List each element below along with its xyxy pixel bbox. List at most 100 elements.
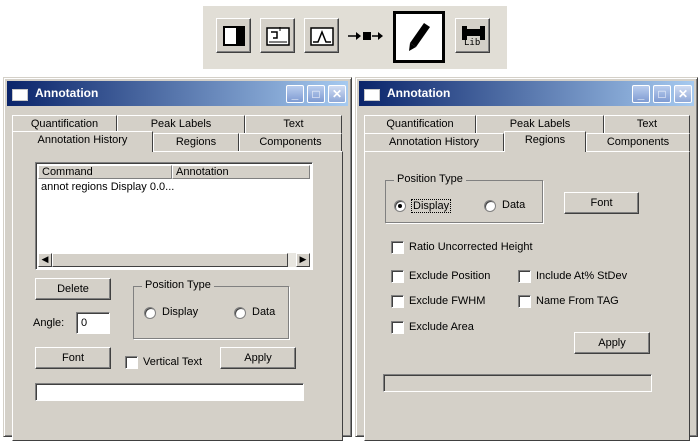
- data-radio[interactable]: [484, 200, 496, 212]
- display-layout-button[interactable]: [260, 18, 295, 53]
- data-label: Data: [502, 199, 526, 211]
- name-from-tag-label: Name From TAG: [536, 295, 619, 307]
- display-layout-icon: [266, 27, 290, 46]
- regions-panel: Position Type Display Data Font Ratio Un…: [364, 151, 690, 441]
- tab-label: Components: [259, 136, 322, 148]
- angle-input[interactable]: 0: [76, 312, 110, 334]
- display-radio[interactable]: [394, 200, 406, 212]
- font-button[interactable]: Font: [35, 347, 111, 369]
- window-icon: [12, 89, 28, 101]
- name-from-tag-checkbox[interactable]: [518, 295, 531, 308]
- annotation-toolbar: Lib: [203, 6, 507, 69]
- status-field: [35, 383, 304, 401]
- tab-label: Quantification: [30, 118, 99, 130]
- library-button[interactable]: Lib: [455, 18, 490, 53]
- list-item[interactable]: annot regions Display 0.0...: [41, 181, 174, 193]
- tab-label: Text: [636, 118, 658, 130]
- column-command[interactable]: Command: [38, 165, 172, 179]
- maximize-button[interactable]: □: [653, 85, 671, 103]
- window-title: Annotation: [387, 86, 451, 100]
- tab-label: Annotation History: [37, 134, 128, 146]
- exclude-area-label: Exclude Area: [409, 321, 474, 333]
- scroll-thumb[interactable]: [52, 253, 288, 267]
- position-type-group: Position Type Display Data: [385, 173, 543, 223]
- title-bar[interactable]: Annotation _ □ ✕: [359, 81, 694, 106]
- maximize-button[interactable]: □: [307, 85, 325, 103]
- apply-button[interactable]: Apply: [574, 332, 650, 354]
- library-label: Lib: [464, 38, 481, 48]
- library-icon: [462, 26, 485, 40]
- display-label: Display: [411, 199, 452, 213]
- include-at-stdev-checkbox[interactable]: [518, 270, 531, 283]
- tab-label: Regions: [524, 134, 566, 146]
- exclude-area-checkbox[interactable]: [391, 321, 404, 334]
- spectrum-peak-icon: [310, 27, 334, 46]
- tab-quantification[interactable]: Quantification: [364, 115, 476, 134]
- ratio-uncorrected-height-label: Ratio Uncorrected Height: [409, 241, 533, 253]
- close-button[interactable]: ✕: [328, 85, 346, 103]
- tab-components[interactable]: Components: [239, 133, 342, 152]
- position-type-label: Position Type: [142, 279, 214, 291]
- status-field: [383, 374, 652, 392]
- exclude-fwhm-label: Exclude FWHM: [409, 295, 486, 307]
- column-label: Annotation: [176, 166, 229, 178]
- vertical-text-label: Vertical Text: [143, 356, 203, 368]
- pencil-button[interactable]: [393, 11, 445, 63]
- scroll-left-button[interactable]: ◀: [38, 253, 52, 267]
- annotation-window-history: Annotation _ □ ✕ Quantification Peak Lab…: [3, 77, 352, 441]
- tab-components[interactable]: Components: [586, 133, 690, 152]
- minimize-button[interactable]: _: [632, 85, 650, 103]
- display-radio[interactable]: [144, 307, 156, 319]
- history-panel: Command Annotation annot regions Display…: [12, 151, 343, 441]
- tab-text[interactable]: Text: [245, 115, 342, 134]
- arrow-to-marker-icon: [346, 24, 386, 51]
- apply-label: Apply: [244, 352, 272, 364]
- font-label: Font: [61, 352, 84, 364]
- window-icon: [364, 89, 380, 101]
- panel-icon: [223, 26, 245, 46]
- tab-regions[interactable]: Regions: [153, 133, 239, 152]
- scroll-right-button[interactable]: ▶: [296, 253, 310, 267]
- font-label: Font: [590, 197, 613, 209]
- tab-label: Annotation History: [389, 136, 479, 148]
- column-annotation[interactable]: Annotation: [172, 165, 310, 179]
- tab-text[interactable]: Text: [604, 115, 690, 134]
- pencil-icon: [409, 23, 430, 51]
- spectrum-button[interactable]: [304, 18, 339, 53]
- history-list[interactable]: Command Annotation annot regions Display…: [35, 162, 313, 270]
- delete-label: Delete: [57, 283, 89, 295]
- annotation-window-regions: Annotation _ □ ✕ Quantification Peak Lab…: [355, 77, 698, 441]
- data-label: Data: [252, 306, 276, 318]
- vertical-text-checkbox[interactable]: [125, 356, 138, 369]
- minimize-button[interactable]: _: [286, 85, 304, 103]
- delete-button[interactable]: Delete: [35, 278, 111, 300]
- window-title: Annotation: [35, 86, 99, 100]
- ratio-uncorrected-height-checkbox[interactable]: [391, 241, 404, 254]
- display-label: Display: [162, 306, 199, 318]
- exclude-position-label: Exclude Position: [409, 270, 491, 282]
- data-radio[interactable]: [234, 307, 246, 319]
- exclude-fwhm-checkbox[interactable]: [391, 295, 404, 308]
- panel-button[interactable]: [216, 18, 251, 53]
- tab-label: Peak Labels: [509, 118, 571, 130]
- include-at-stdev-label: Include At% StDev: [536, 270, 628, 282]
- tab-label: Quantification: [386, 118, 454, 130]
- apply-button[interactable]: Apply: [220, 347, 296, 369]
- close-button[interactable]: ✕: [674, 85, 692, 103]
- position-type-group: Position Type Display Data: [133, 279, 289, 339]
- tab-annotation-history[interactable]: Annotation History: [364, 133, 504, 152]
- horizontal-scrollbar[interactable]: ◀ ▶: [38, 253, 310, 267]
- font-button[interactable]: Font: [564, 192, 639, 214]
- tab-annotation-history[interactable]: Annotation History: [12, 131, 153, 152]
- position-type-label: Position Type: [394, 173, 466, 185]
- tab-label: Components: [606, 136, 670, 148]
- angle-label: Angle:: [33, 317, 65, 329]
- tab-regions[interactable]: Regions: [504, 131, 586, 152]
- title-bar[interactable]: Annotation _ □ ✕: [7, 81, 348, 106]
- tab-label: Text: [283, 118, 304, 130]
- apply-label: Apply: [598, 337, 626, 349]
- column-label: Command: [42, 166, 93, 178]
- angle-value: 0: [81, 317, 88, 329]
- exclude-position-checkbox[interactable]: [391, 270, 404, 283]
- tab-label: Peak Labels: [150, 118, 212, 130]
